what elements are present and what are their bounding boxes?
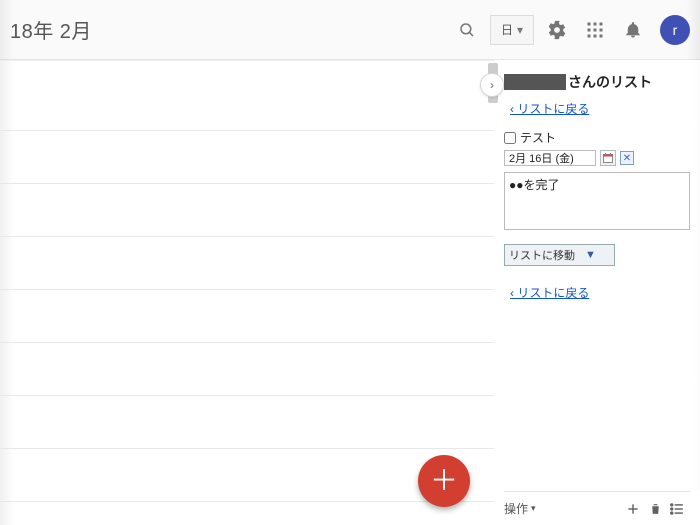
chevron-down-icon: ▼ [585, 249, 596, 261]
clear-date-button[interactable]: ✕ [620, 151, 634, 165]
time-slot[interactable] [0, 396, 494, 449]
time-slot[interactable] [0, 184, 494, 237]
back-to-list-link[interactable]: ‹ リストに戻る [510, 100, 690, 117]
time-slot[interactable] [0, 61, 494, 131]
notifications-bell-icon[interactable] [614, 11, 652, 49]
redacted-username [504, 74, 566, 90]
view-select-label: 日 [501, 21, 513, 38]
apps-grid-icon[interactable] [576, 11, 614, 49]
task-list-view-icon[interactable] [666, 502, 688, 516]
date-picker-button[interactable] [600, 150, 616, 166]
settings-gear-icon[interactable] [538, 11, 576, 49]
account-avatar[interactable]: r [660, 15, 690, 45]
add-task-icon[interactable] [622, 502, 644, 516]
chevron-right-icon: › [490, 78, 494, 92]
back-to-list-link-2[interactable]: ‹ リストに戻る [510, 284, 690, 301]
chevron-down-icon: ▾ [517, 23, 523, 37]
chevron-down-icon: ▾ [531, 503, 536, 514]
create-event-fab[interactable]: ＋ [418, 455, 470, 507]
tasks-panel: › さんのリスト ‹ リストに戻る テスト ✕ [494, 60, 700, 525]
calendar-day-grid[interactable]: ＋ [0, 60, 494, 525]
time-slot[interactable] [0, 343, 494, 396]
time-slot[interactable] [0, 290, 494, 343]
task-date-input[interactable] [504, 150, 596, 166]
search-icon[interactable] [448, 11, 486, 49]
task-complete-checkbox[interactable] [504, 132, 516, 144]
app-header: 18年 2月 日 ▾ r [0, 0, 700, 60]
view-select[interactable]: 日 ▾ [490, 15, 534, 45]
move-select-label: リストに移動 [509, 247, 575, 263]
move-to-list-select[interactable]: リストに移動 ▼ [504, 244, 615, 266]
task-note-textarea[interactable] [504, 172, 690, 230]
delete-task-icon[interactable] [644, 502, 666, 516]
current-month-title: 18年 2月 [10, 15, 92, 44]
task-title: テスト [520, 129, 556, 146]
time-slot[interactable] [0, 131, 494, 184]
avatar-initial: r [673, 22, 678, 38]
tasks-panel-footer: 操作 ▾ [504, 491, 690, 525]
actions-menu[interactable]: 操作 ▾ [504, 500, 536, 517]
actions-label: 操作 [504, 500, 528, 517]
plus-icon: ＋ [430, 465, 458, 496]
time-slot[interactable] [0, 237, 494, 290]
panel-collapse-button[interactable]: › [480, 73, 504, 97]
list-title-suffix: さんのリスト [568, 72, 652, 92]
task-list-title: さんのリスト [504, 72, 690, 92]
